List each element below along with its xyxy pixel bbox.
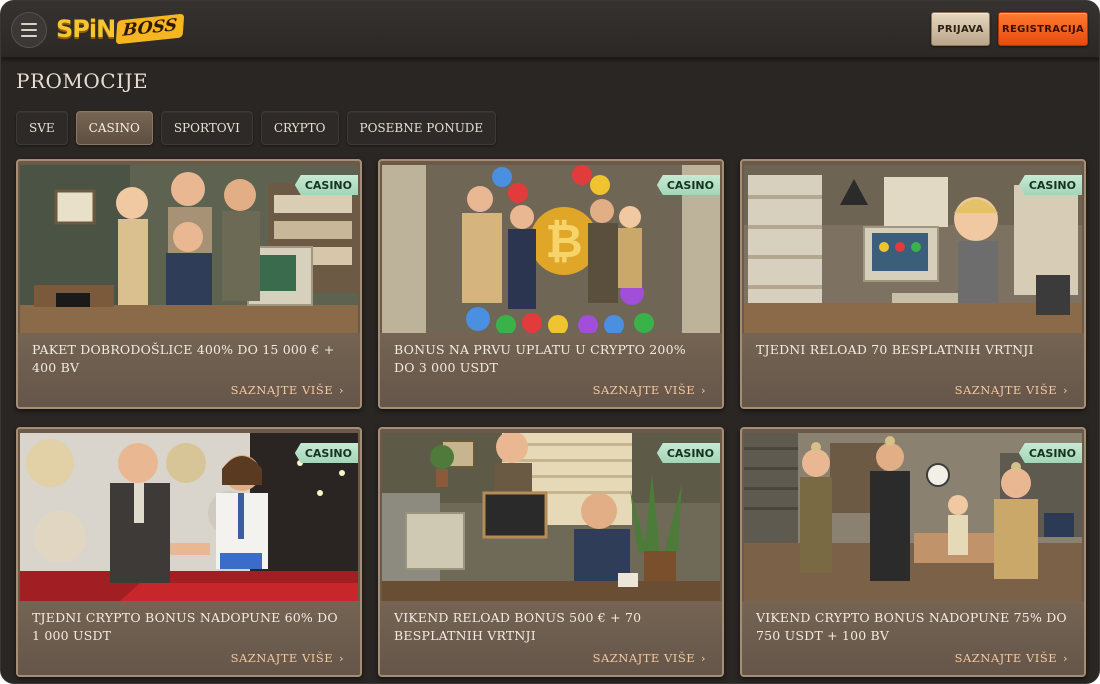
logo-boss-text: BOSS — [115, 13, 185, 45]
learn-more-label: SAZNAJTE VIŠE — [954, 651, 1058, 665]
promotions-grid: CASINO PAKET DOBRODOŠLICE 400% DO 15 000… — [16, 159, 1086, 677]
chevron-right-icon: › — [339, 383, 344, 397]
promo-card-body: BONUS NA PRVU UPLATU U CRYPTO 200% DO 3 … — [380, 333, 722, 407]
promo-title: PAKET DOBRODOŠLICE 400% DO 15 000 € + 40… — [32, 342, 335, 375]
promo-card-body: TJEDNI RELOAD 70 BESPLATNIH VRTNJI SAZNA… — [742, 333, 1084, 407]
chevron-right-icon: › — [701, 383, 706, 397]
promo-image-crypto-team: CASINO — [744, 433, 1082, 601]
promo-image-paper-stacks: CASINO — [744, 165, 1082, 333]
svg-text:₿: ₿ — [545, 214, 583, 268]
learn-more-label: SAZNAJTE VIŠE — [592, 651, 696, 665]
promo-card[interactable]: CASINO TJEDNI RELOAD 70 BESPLATNIH VRTNJ… — [740, 159, 1086, 409]
promo-title: VIKEND RELOAD BONUS 500 € + 70 BESPLATNI… — [394, 610, 642, 643]
login-button[interactable]: PRIJAVA — [931, 12, 990, 46]
promo-category-badge: CASINO — [294, 175, 358, 195]
promo-image-office-team: CASINO — [20, 165, 358, 333]
learn-more-label: SAZNAJTE VIŠE — [230, 651, 334, 665]
promo-category-badge: CASINO — [656, 175, 720, 195]
chevron-right-icon: › — [701, 651, 706, 665]
promo-title: BONUS NA PRVU UPLATU U CRYPTO 200% DO 3 … — [394, 342, 686, 375]
register-button[interactable]: REGISTRACIJA — [998, 12, 1088, 46]
learn-more-label: SAZNAJTE VIŠE — [954, 383, 1058, 397]
learn-more-link[interactable]: SAZNAJTE VIŠE › — [231, 651, 344, 665]
promo-image-crypto-handshake: CASINO — [20, 433, 358, 601]
promo-image-bitcoin-elevator: ₿ CASINO — [382, 165, 720, 333]
menu-bar — [21, 35, 37, 37]
learn-more-link[interactable]: SAZNAJTE VIŠE › — [593, 651, 706, 665]
chevron-right-icon: › — [1063, 383, 1068, 397]
promo-card[interactable]: CASINO PAKET DOBRODOŠLICE 400% DO 15 000… — [16, 159, 362, 409]
learn-more-label: SAZNAJTE VIŠE — [592, 383, 696, 397]
promo-image-fri-sun: CASINO — [382, 433, 720, 601]
chevron-right-icon: › — [339, 651, 344, 665]
tab-crypto[interactable]: CRYPTO — [260, 111, 339, 145]
promo-category-badge: CASINO — [656, 443, 720, 463]
promo-category-badge: CASINO — [294, 443, 358, 463]
menu-bar — [21, 23, 37, 25]
promo-title: TJEDNI RELOAD 70 BESPLATNIH VRTNJI — [756, 342, 1034, 357]
promo-category-badge: CASINO — [1018, 175, 1082, 195]
site-logo[interactable]: SPiN BOSS — [56, 11, 185, 47]
promo-card[interactable]: CASINO VIKEND CRYPTO BONUS NADOPUNE 75% … — [740, 427, 1086, 677]
logo-spin-text: SPiN — [56, 15, 116, 43]
site-header: SPiN BOSS PRIJAVA REGISTRACIJA — [1, 1, 1099, 58]
chevron-right-icon: › — [1063, 651, 1068, 665]
promo-card-body: VIKEND RELOAD BONUS 500 € + 70 BESPLATNI… — [380, 601, 722, 675]
promo-category-badge: CASINO — [1018, 443, 1082, 463]
tab-sportovi[interactable]: SPORTOVI — [160, 111, 253, 145]
hamburger-menu-icon[interactable] — [11, 12, 47, 48]
promo-card[interactable]: CASINO VIKEND RELOAD BONUS 500 € + 70 BE… — [378, 427, 724, 677]
learn-more-link[interactable]: SAZNAJTE VIŠE › — [593, 383, 706, 397]
page-title: PROMOCIJE — [16, 69, 149, 93]
promo-card-body: PAKET DOBRODOŠLICE 400% DO 15 000 € + 40… — [18, 333, 360, 407]
promo-category-tabs: SVE CASINO SPORTOVI CRYPTO POSEBNE PONUD… — [16, 111, 497, 145]
promo-card-body: VIKEND CRYPTO BONUS NADOPUNE 75% DO 750 … — [742, 601, 1084, 675]
promo-title: VIKEND CRYPTO BONUS NADOPUNE 75% DO 750 … — [756, 610, 1067, 643]
learn-more-link[interactable]: SAZNAJTE VIŠE › — [231, 383, 344, 397]
learn-more-link[interactable]: SAZNAJTE VIŠE › — [955, 651, 1068, 665]
tab-casino[interactable]: CASINO — [75, 111, 153, 145]
learn-more-label: SAZNAJTE VIŠE — [230, 383, 334, 397]
learn-more-link[interactable]: SAZNAJTE VIŠE › — [955, 383, 1068, 397]
promo-title: TJEDNI CRYPTO BONUS NADOPUNE 60% DO 1 00… — [32, 610, 338, 643]
promo-card[interactable]: ₿ CASINO BONUS NA PRVU UPLATU U CRYPTO 2… — [378, 159, 724, 409]
tab-sve[interactable]: SVE — [16, 111, 68, 145]
menu-bar — [21, 29, 37, 31]
promo-card-body: TJEDNI CRYPTO BONUS NADOPUNE 60% DO 1 00… — [18, 601, 360, 675]
app-frame: SPiN BOSS PRIJAVA REGISTRACIJA PROMOCIJE… — [0, 0, 1100, 684]
tab-posebne-ponude[interactable]: POSEBNE PONUDE — [346, 111, 497, 145]
promo-card[interactable]: CASINO TJEDNI CRYPTO BONUS NADOPUNE 60% … — [16, 427, 362, 677]
